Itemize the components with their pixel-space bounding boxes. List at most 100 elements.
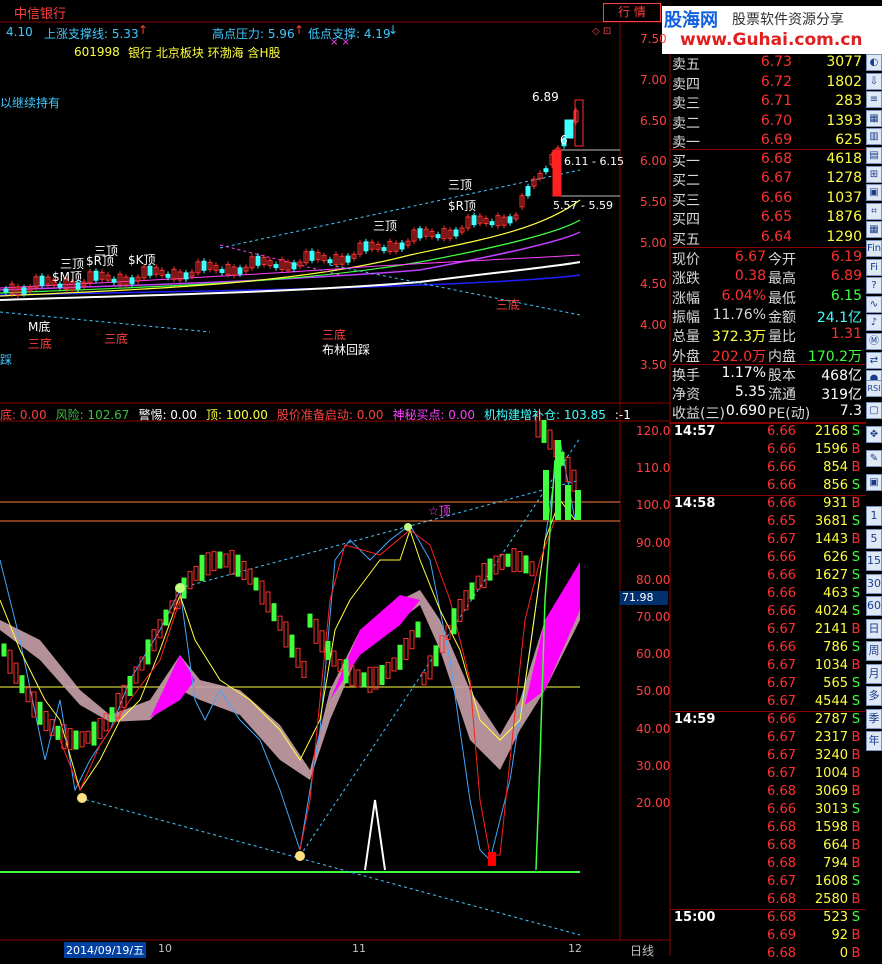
period-button[interactable]: 年 <box>866 731 882 751</box>
bid-label: 买四 <box>672 212 700 229</box>
toolbar-icon[interactable]: ▦ <box>866 221 882 239</box>
window-corner-icon[interactable]: ◇ ⊡ <box>592 26 611 37</box>
tick-row: 15:00 6.68 523 S <box>670 909 866 928</box>
toolbar-icon[interactable]: ▣ <box>866 474 882 491</box>
indicator-tick: 120.0 <box>636 424 671 438</box>
indicator-bar <box>235 554 241 577</box>
tick-direction: B <box>851 838 861 853</box>
indicator-bar <box>403 637 409 660</box>
toolbar-icon[interactable]: ▤ <box>866 147 882 164</box>
tick-price: 6.67 <box>767 676 796 691</box>
tick-volume: 4024 <box>814 604 848 619</box>
tick-volume: 3240 <box>814 748 848 763</box>
candle-body <box>363 241 369 252</box>
brand-url: www.Guhai.com.cn <box>680 30 863 50</box>
period-button[interactable]: 多 <box>866 686 882 706</box>
ask-row: 卖五 6.73 3077 <box>670 54 866 73</box>
toolbar-icon[interactable]: ⊞ <box>866 165 882 183</box>
period-button[interactable]: 30 <box>866 573 882 594</box>
rsi-button[interactable]: RSI <box>866 380 882 397</box>
stock-tags: 银行 北京板块 环渤海 含H股 <box>128 46 281 60</box>
toolbar-icon[interactable]: ▣ <box>866 184 882 202</box>
toolbar-icon[interactable]: ▦ <box>866 109 882 127</box>
signal-bottom-7: 踩 <box>0 353 13 367</box>
toolbar-icon[interactable]: ▥ <box>866 128 882 146</box>
tick-direction: S <box>851 478 861 493</box>
divider <box>670 711 866 712</box>
ask-price: 6.69 <box>760 132 792 149</box>
stat-label: 最低 <box>768 290 796 307</box>
tick-direction: S <box>851 604 861 619</box>
tick-price: 6.68 <box>767 784 796 799</box>
tick-row: 6.67 2317 B <box>670 730 866 748</box>
ask-price: 6.71 <box>760 93 792 110</box>
period-button[interactable]: 周 <box>866 641 882 661</box>
tick-direction: B <box>851 730 861 745</box>
period-button[interactable]: 季 <box>866 708 882 729</box>
candle-body <box>129 277 135 285</box>
stat-label: 振幅 <box>672 309 700 326</box>
stat-label: 净资 <box>672 387 700 403</box>
price-tick: 4.00 <box>640 317 667 332</box>
candle-body <box>471 215 477 226</box>
tick-row: 6.68 0 B <box>670 946 866 964</box>
indicator-bar <box>91 721 97 746</box>
tick-time: 14:59 <box>674 712 716 727</box>
bid-row: 买五 6.64 1290 <box>670 229 866 248</box>
toolbar-icon[interactable]: ◐ <box>866 54 882 71</box>
period-button[interactable]: 月 <box>866 663 882 684</box>
indicator-item: 神秘买点: 0.00 <box>392 408 476 422</box>
signal-bottom-5: 布林回踩 <box>322 343 371 357</box>
indicator-tick: 50.00 <box>636 684 671 699</box>
tick-direction: B <box>851 442 861 457</box>
toolbar-icon[interactable]: ⇩ <box>866 72 882 90</box>
toolbar-icon[interactable]: ≡ <box>866 91 882 109</box>
period-button[interactable]: 60 <box>866 596 882 616</box>
tick-price: 6.67 <box>767 766 796 781</box>
candle-body <box>273 264 279 269</box>
trade-button[interactable]: 行 情 <box>603 3 661 22</box>
indicator-bar <box>121 684 127 708</box>
tick-volume: 4544 <box>814 694 848 709</box>
period-button[interactable]: 5 <box>866 528 882 549</box>
candle-body <box>525 186 531 197</box>
signal-bottom-2: 三底 <box>28 337 53 351</box>
tick-price: 6.67 <box>767 658 796 673</box>
tick-direction: S <box>851 802 861 817</box>
candle-body <box>507 216 513 224</box>
stat-label: 内盘 <box>768 348 796 365</box>
toolbar-icon[interactable]: ✥ <box>866 426 882 443</box>
toolbar-icon[interactable]: Ⓜ <box>866 333 882 350</box>
month-11-label: 11 <box>352 942 366 955</box>
indicator-bar <box>205 552 211 576</box>
toolbar-icon[interactable]: ⇄ <box>866 351 882 369</box>
bid-volume: 4618 <box>826 151 862 167</box>
tick-direction: S <box>851 424 861 439</box>
ask-price: 6.73 <box>760 54 792 70</box>
period-button[interactable]: 日 <box>866 618 882 639</box>
indicator-bar <box>517 551 523 573</box>
toolbar-icon[interactable]: Fin <box>866 240 882 257</box>
period-label[interactable]: 日线 <box>630 942 654 959</box>
tick-price: 6.66 <box>767 568 796 583</box>
toolbar-icon[interactable]: ♪ <box>866 314 882 332</box>
price-tick: 3.50 <box>640 358 667 373</box>
period-button[interactable]: 15 <box>866 551 882 571</box>
indicator-bar <box>229 549 235 575</box>
toolbar-icon[interactable]: ✎ <box>866 450 882 467</box>
ask-row: 卖三 6.71 283 <box>670 93 866 112</box>
toolbar-icon[interactable]: ∿ <box>866 295 882 313</box>
toolbar-icon[interactable]: ? <box>866 277 882 295</box>
toolbar-icon[interactable]: ▢ <box>866 402 882 419</box>
tick-row: 6.66 786 S <box>670 640 866 658</box>
tick-price: 6.66 <box>767 802 796 817</box>
hold-note: 以继续持有 <box>0 96 61 110</box>
toolbar-icon[interactable]: Fi <box>866 258 882 276</box>
toolbar-icon[interactable]: ⌗ <box>866 202 882 220</box>
tick-row: 6.67 4544 S <box>670 694 866 712</box>
stat-value: 170.2万 <box>807 348 862 365</box>
period-button[interactable]: 1 <box>866 506 882 526</box>
stat-value: 6.15 <box>830 287 862 304</box>
candle-body <box>435 234 441 239</box>
stat-value: 6.67 <box>734 249 766 265</box>
